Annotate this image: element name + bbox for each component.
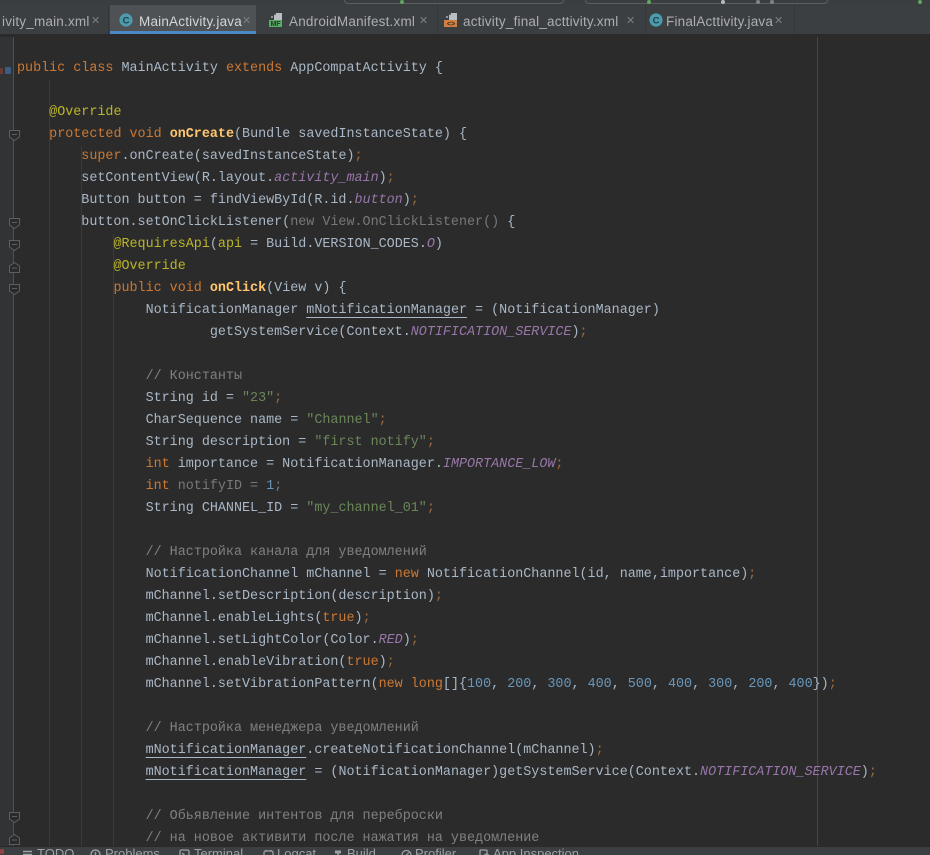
svg-text:<>: <>: [447, 21, 455, 28]
svg-text:C: C: [123, 15, 130, 26]
svg-text:MF: MF: [270, 21, 281, 28]
svg-text:C: C: [653, 15, 660, 26]
